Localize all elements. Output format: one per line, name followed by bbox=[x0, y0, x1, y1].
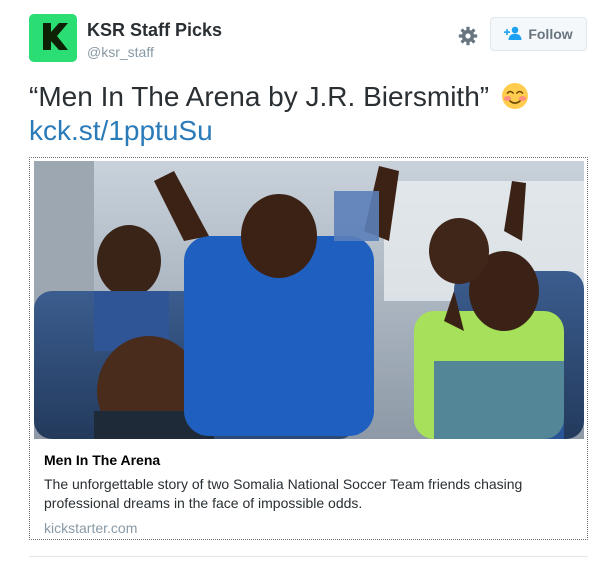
card-description: The unforgettable story of two Somalia N… bbox=[44, 476, 523, 511]
account-handle[interactable]: @ksr_staff bbox=[87, 44, 154, 60]
tweet-quote: “Men In The Arena by J.R. Biersmith” bbox=[29, 81, 490, 112]
kickstarter-k-logo-icon bbox=[29, 14, 77, 62]
add-user-icon bbox=[504, 26, 522, 43]
link-card[interactable]: Men In The Arena The unforgettable story… bbox=[29, 157, 588, 540]
tweet-header: KSR Staff Picks @ksr_staff Follow bbox=[29, 14, 589, 66]
card-domain: kickstarter.com bbox=[44, 520, 138, 536]
follow-button[interactable]: Follow bbox=[490, 17, 587, 51]
account-display-name[interactable]: KSR Staff Picks bbox=[87, 20, 222, 41]
gear-icon[interactable] bbox=[458, 26, 478, 46]
avatar[interactable] bbox=[29, 14, 77, 62]
card-image[interactable] bbox=[34, 161, 584, 439]
follow-button-label: Follow bbox=[528, 26, 573, 42]
card-body: Men In The Arena The unforgettable story… bbox=[44, 451, 574, 536]
tweet-text: “Men In The Arena by J.R. Biersmith” bbox=[29, 80, 589, 114]
smiling-face-with-blush-icon bbox=[501, 82, 529, 110]
tweet-link[interactable]: kck.st/1pptuSu bbox=[29, 114, 213, 148]
divider bbox=[29, 556, 588, 557]
card-title: Men In The Arena bbox=[44, 452, 161, 468]
